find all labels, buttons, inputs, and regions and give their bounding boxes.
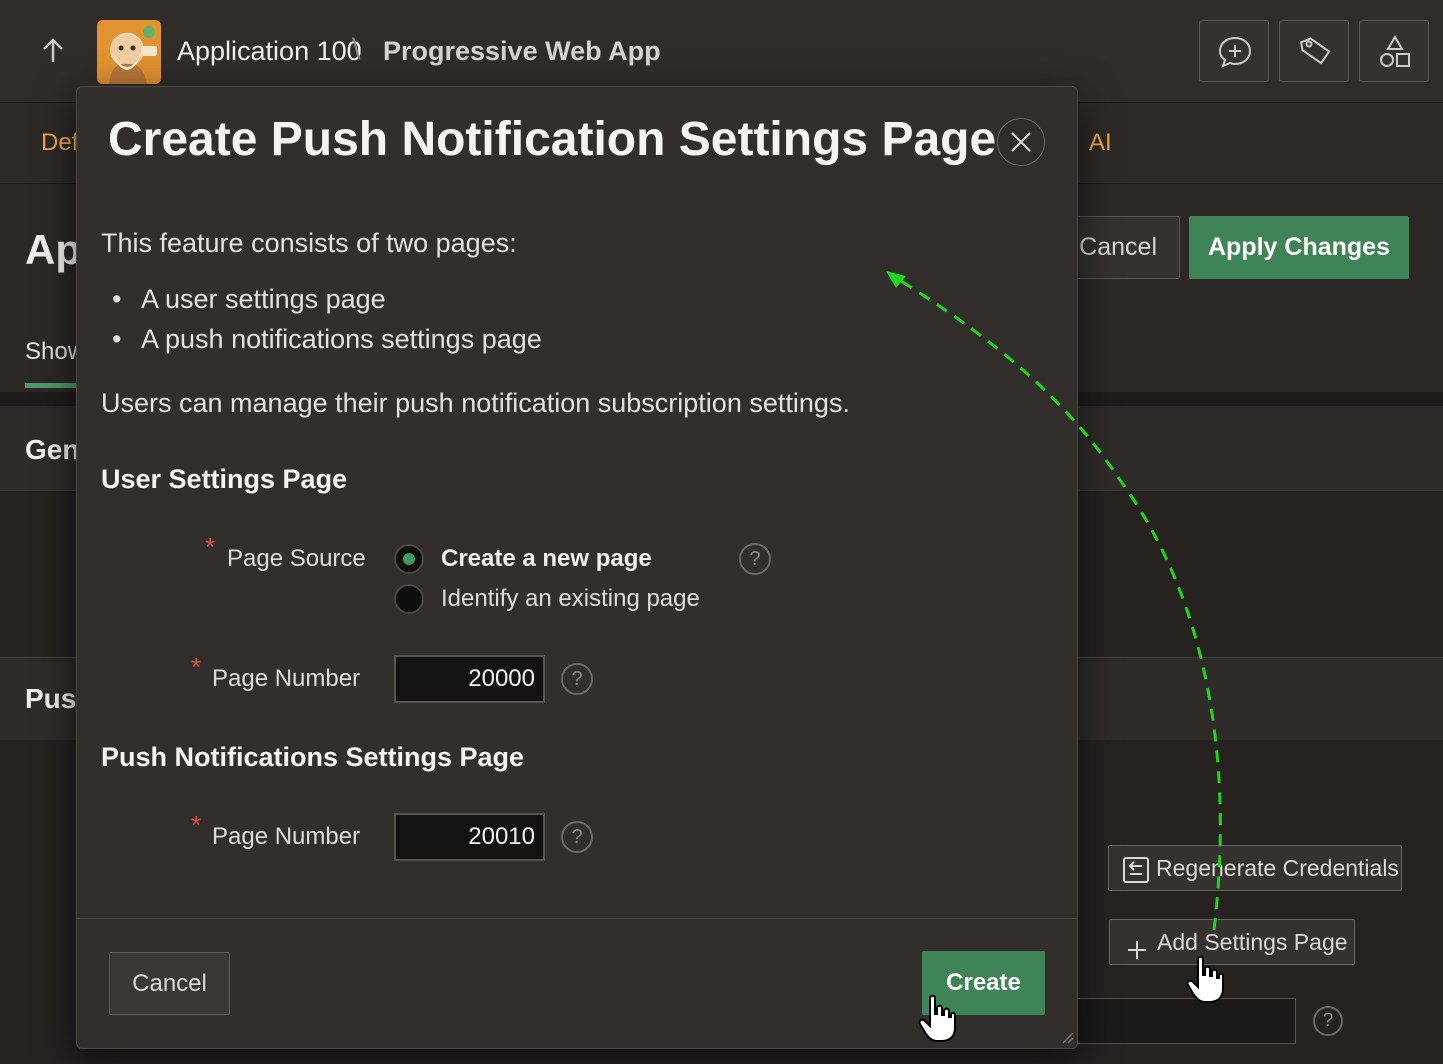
apply-changes-button[interactable]: Apply Changes <box>1189 216 1409 279</box>
hand-cursor-icon <box>1186 955 1226 1005</box>
dialog-footer-divider <box>77 918 1077 919</box>
regenerate-icon <box>1122 854 1150 898</box>
plus-icon <box>1126 931 1148 975</box>
regenerate-credentials-label: Regenerate Credentials <box>1156 855 1399 881</box>
active-tab-indicator <box>25 383 80 388</box>
push-page-number-label: Page Number <box>212 823 361 850</box>
help-icon[interactable]: ? <box>1313 1006 1343 1036</box>
list-item-text: A push notifications settings page <box>141 324 542 354</box>
hand-cursor-icon <box>918 994 958 1044</box>
close-icon <box>1009 130 1033 159</box>
app-name[interactable]: Application 100 <box>177 36 362 67</box>
radio-identify-existing-page-label[interactable]: Identify an existing page <box>441 585 700 613</box>
background-text-field[interactable] <box>1072 998 1296 1044</box>
dialog-cancel-button[interactable]: Cancel <box>109 952 230 1015</box>
tag-button[interactable] <box>1279 20 1349 82</box>
help-icon[interactable]: ? <box>739 543 771 575</box>
push-page-number-input[interactable]: 20010 <box>394 813 545 861</box>
user-settings-heading: User Settings Page <box>101 464 348 494</box>
up-arrow-icon[interactable] <box>36 34 70 68</box>
general-region-title: Gen <box>25 434 80 465</box>
dialog-close-button[interactable] <box>997 118 1045 166</box>
background-cancel-button[interactable]: Cancel <box>1070 216 1180 279</box>
radio-create-new-page-label[interactable]: Create a new page <box>441 545 652 573</box>
help-icon[interactable]: ? <box>561 821 593 853</box>
background-page-heading: Ap <box>25 226 81 273</box>
dialog-intro: This feature consists of two pages: <box>101 228 517 258</box>
required-marker: * <box>191 810 202 840</box>
regenerate-credentials-button[interactable]: Regenerate Credentials <box>1108 845 1402 891</box>
required-marker: * <box>191 652 202 682</box>
list-item-text: A user settings page <box>141 284 386 314</box>
shared-components-button[interactable] <box>1359 20 1429 82</box>
page-title[interactable]: Progressive Web App <box>383 36 661 67</box>
dialog-title: Create Push Notification Settings Page <box>108 113 997 166</box>
user-page-number-label: Page Number <box>212 665 361 692</box>
radio-identify-existing-page[interactable] <box>394 584 424 614</box>
bullet-marker: • <box>112 284 122 314</box>
page-source-label: Page Source <box>227 545 366 572</box>
app-logo-icon[interactable] <box>97 20 161 84</box>
push-settings-heading: Push Notifications Settings Page <box>101 742 525 772</box>
tab-definition[interactable]: Def <box>41 129 78 157</box>
dialog-description: Users can manage their push notification… <box>101 388 850 418</box>
add-settings-page-button[interactable]: Add Settings Page <box>1109 919 1355 965</box>
tab-ai[interactable]: AI <box>1089 129 1112 157</box>
resize-grip-icon[interactable] <box>1058 1028 1074 1044</box>
radio-create-new-page[interactable] <box>394 544 424 574</box>
help-icon[interactable]: ? <box>561 663 593 695</box>
user-page-number-input[interactable]: 20000 <box>394 655 545 703</box>
breadcrumb-separator: \ <box>352 33 361 66</box>
required-marker: * <box>205 532 216 562</box>
feedback-button[interactable] <box>1199 20 1269 82</box>
bullet-marker: • <box>112 324 122 354</box>
